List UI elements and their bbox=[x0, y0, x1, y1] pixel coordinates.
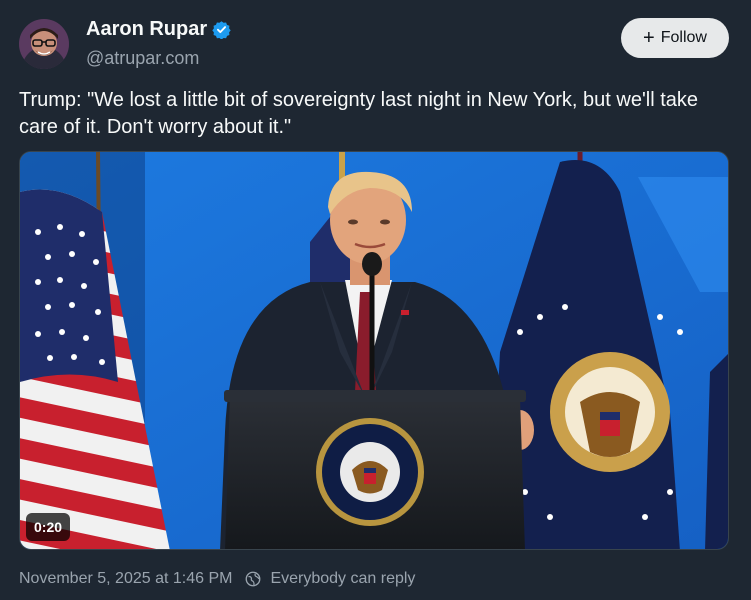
presidential-seal-icon bbox=[316, 418, 424, 526]
avatar-photo-icon bbox=[19, 19, 69, 69]
post-meta: November 5, 2025 at 1:46 PM Everybody ca… bbox=[19, 570, 415, 588]
verified-badge-icon bbox=[212, 21, 231, 39]
video-duration-badge: 0:20 bbox=[26, 513, 71, 541]
author-handle[interactable]: @atrupar.com bbox=[86, 48, 199, 69]
plus-icon: + bbox=[643, 27, 655, 49]
globe-icon bbox=[246, 571, 261, 587]
author-display-name[interactable]: Aaron Rupar bbox=[86, 18, 207, 41]
video-frame bbox=[20, 152, 728, 549]
post-timestamp[interactable]: November 5, 2025 at 1:46 PM bbox=[19, 570, 232, 588]
author-name-row: Aaron Rupar bbox=[86, 18, 231, 41]
video-player[interactable] bbox=[19, 151, 729, 550]
follow-button[interactable]: + Follow bbox=[621, 18, 729, 58]
post-text: Trump: "We lost a little bit of sovereig… bbox=[19, 89, 699, 138]
reply-setting-label: Everybody can reply bbox=[270, 570, 416, 587]
follow-button-label: Follow bbox=[660, 29, 707, 46]
avatar[interactable] bbox=[19, 19, 69, 69]
